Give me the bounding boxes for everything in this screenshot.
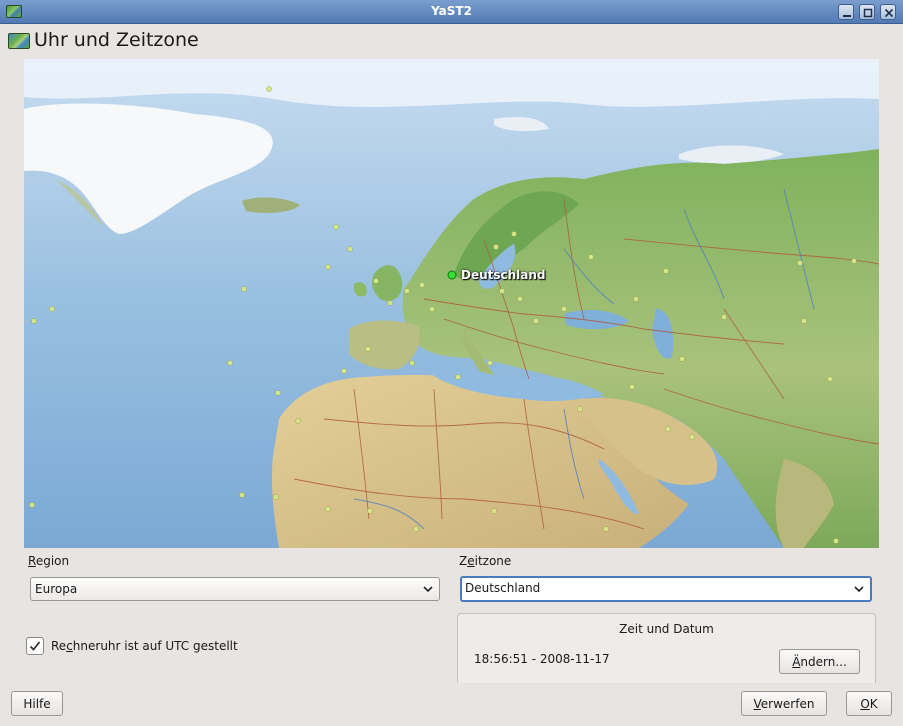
- region-label: Region: [28, 554, 70, 568]
- yast-window: YaST2 Uhr und Zeitzone Deutschland Regio…: [0, 0, 903, 726]
- close-icon: [884, 8, 894, 18]
- help-button[interactable]: Hilfe: [11, 691, 63, 716]
- map-selected-label: Deutschland: [461, 268, 546, 282]
- timezone-label: Zeitzone: [459, 554, 512, 568]
- maximize-icon: [863, 8, 873, 18]
- region-combobox[interactable]: Europa: [30, 577, 440, 601]
- checkmark-icon: [29, 641, 41, 651]
- world-map-icon: [8, 33, 30, 49]
- timezone-combobox[interactable]: Deutschland: [460, 576, 872, 602]
- title-bar[interactable]: YaST2: [0, 0, 903, 24]
- chevron-down-icon: [423, 586, 433, 593]
- minimize-button[interactable]: [838, 4, 854, 20]
- timezone-value: Deutschland: [465, 581, 541, 595]
- window-title: YaST2: [431, 4, 472, 18]
- current-datetime: 18:56:51 - 2008-11-17: [474, 652, 610, 666]
- region-value: Europa: [35, 582, 78, 596]
- close-button[interactable]: [880, 4, 896, 20]
- time-date-group: Zeit und Datum 18:56:51 - 2008-11-17 Änd…: [457, 613, 876, 683]
- utc-checkbox[interactable]: [26, 637, 44, 655]
- time-date-title: Zeit und Datum: [619, 622, 714, 636]
- world-map-image: [24, 59, 879, 548]
- discard-button[interactable]: Verwerfen: [741, 691, 827, 716]
- maximize-button[interactable]: [859, 4, 875, 20]
- chevron-down-icon: [854, 586, 864, 593]
- ok-button[interactable]: OK: [846, 691, 892, 716]
- utc-checkbox-label[interactable]: Rechneruhr ist auf UTC gestellt: [51, 639, 238, 653]
- timezone-map[interactable]: Deutschland: [24, 59, 879, 548]
- minimize-icon: [843, 15, 851, 17]
- selected-location-marker: [447, 270, 457, 280]
- change-time-button[interactable]: Ändern...: [779, 649, 860, 674]
- page-title: Uhr und Zeitzone: [34, 29, 199, 51]
